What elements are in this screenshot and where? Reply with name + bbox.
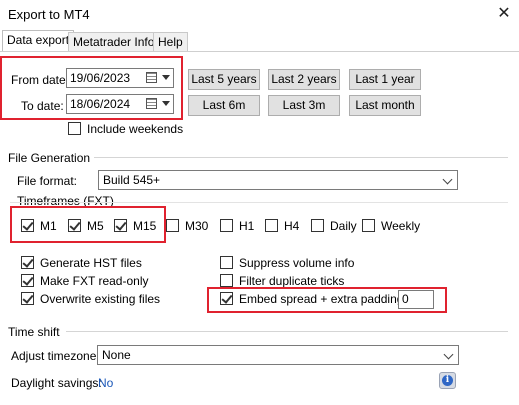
padding-value: 0 xyxy=(402,292,409,306)
overwrite-files-label: Overwrite existing files xyxy=(40,292,161,306)
adjust-timezone-label: Adjust timezone: xyxy=(11,349,100,363)
time-shift-divider xyxy=(66,331,508,332)
info-icon: i xyxy=(442,375,453,386)
timeframe-daily-checkbox[interactable] xyxy=(311,219,324,232)
daylight-savings-label: Daylight savings: xyxy=(11,376,102,390)
timeframes-divider xyxy=(10,202,508,203)
suppress-volume-label: Suppress volume info xyxy=(239,256,355,270)
to-date-picker[interactable]: 18/06/2024 xyxy=(66,94,174,114)
tab-metatrader-info[interactable]: Metatrader Info xyxy=(68,32,160,52)
chevron-down-icon xyxy=(162,75,170,80)
timeframe-daily-label: Daily xyxy=(330,219,357,233)
file-format-value: Build 545+ xyxy=(103,173,161,187)
close-button[interactable]: ✕ xyxy=(494,4,514,24)
make-fxt-readonly-label: Make FXT read-only xyxy=(40,274,149,288)
close-icon: ✕ xyxy=(497,5,511,22)
generate-hst-checkbox[interactable] xyxy=(21,256,34,269)
from-date-value: 19/06/2023 xyxy=(70,71,131,85)
file-format-label: File format: xyxy=(17,174,78,188)
embed-spread-checkbox[interactable] xyxy=(220,292,233,305)
filter-duplicate-ticks-label: Filter duplicate ticks xyxy=(239,274,345,288)
chevron-down-icon xyxy=(443,349,454,360)
last-2-years-button[interactable]: Last 2 years xyxy=(268,69,340,90)
include-weekends-checkbox[interactable] xyxy=(68,122,81,135)
timeframe-m1-checkbox[interactable] xyxy=(21,219,34,232)
file-generation-title: File Generation xyxy=(8,151,95,165)
to-date-value: 18/06/2024 xyxy=(70,97,131,111)
generate-hst-label: Generate HST files xyxy=(40,256,142,270)
timeframe-h1-checkbox[interactable] xyxy=(220,219,233,232)
timeframe-m1-label: M1 xyxy=(40,219,57,233)
timeframe-m5-label: M5 xyxy=(87,219,104,233)
last-6m-button[interactable]: Last 6m xyxy=(188,95,260,116)
last-1-year-button[interactable]: Last 1 year xyxy=(349,69,421,90)
timeframe-m5-checkbox[interactable] xyxy=(68,219,81,232)
suppress-volume-checkbox[interactable] xyxy=(220,256,233,269)
last-5-years-button[interactable]: Last 5 years xyxy=(188,69,260,90)
timeframe-weekly-label: Weekly xyxy=(381,219,421,233)
filter-duplicate-ticks-checkbox[interactable] xyxy=(220,274,233,287)
timeframe-weekly-checkbox[interactable] xyxy=(362,219,375,232)
timeframe-h4-label: H4 xyxy=(284,219,300,233)
timeframe-h4-checkbox[interactable] xyxy=(265,219,278,232)
timeframe-m15-checkbox[interactable] xyxy=(114,219,127,232)
adjust-timezone-value: None xyxy=(102,348,131,362)
last-3m-button[interactable]: Last 3m xyxy=(268,95,340,116)
daylight-savings-link[interactable]: No xyxy=(98,376,113,390)
timeframe-m30-label: M30 xyxy=(185,219,209,233)
calendar-icon xyxy=(146,98,157,109)
chevron-down-icon xyxy=(162,101,170,106)
make-fxt-readonly-checkbox[interactable] xyxy=(21,274,34,287)
info-button[interactable]: i xyxy=(439,372,456,389)
embed-spread-label: Embed spread + extra padding of xyxy=(239,292,417,306)
from-date-label: From date: xyxy=(11,73,70,87)
include-weekends-label: Include weekends xyxy=(87,122,184,136)
calendar-icon xyxy=(146,72,157,83)
chevron-down-icon xyxy=(442,174,453,185)
adjust-timezone-select[interactable]: None xyxy=(97,345,459,365)
file-format-select[interactable]: Build 545+ xyxy=(98,170,458,190)
last-month-button[interactable]: Last month xyxy=(349,95,421,116)
file-generation-divider xyxy=(84,157,508,158)
window-title: Export to MT4 xyxy=(8,7,90,22)
padding-input[interactable]: 0 xyxy=(398,290,434,309)
timeframe-h1-label: H1 xyxy=(239,219,255,233)
tab-help[interactable]: Help xyxy=(153,32,188,52)
overwrite-files-checkbox[interactable] xyxy=(21,292,34,305)
to-date-label: To date: xyxy=(21,99,64,113)
tab-panel-border xyxy=(0,51,519,52)
timeframe-m30-checkbox[interactable] xyxy=(166,219,179,232)
tab-data-export[interactable]: Data export xyxy=(2,30,75,52)
from-date-picker[interactable]: 19/06/2023 xyxy=(66,68,174,88)
time-shift-title: Time shift xyxy=(8,325,64,339)
timeframe-m15-label: M15 xyxy=(133,219,157,233)
